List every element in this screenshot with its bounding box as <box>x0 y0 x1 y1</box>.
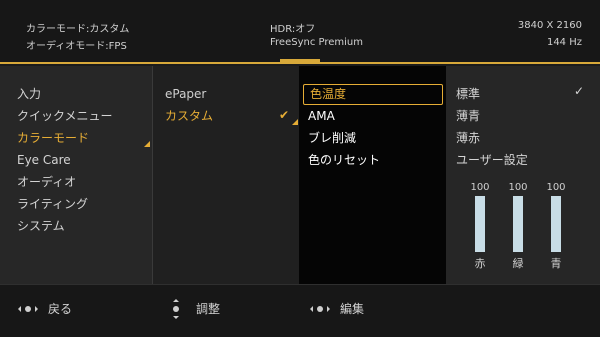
refresh-status: 144 Hz <box>546 37 582 48</box>
joystick-icon <box>310 303 330 315</box>
selection-highlight: 色温度 <box>303 84 443 105</box>
menu-item-system[interactable]: システム <box>17 216 65 236</box>
header-divider <box>0 59 600 64</box>
green-slider[interactable] <box>513 196 523 252</box>
green-value: 100 <box>508 182 528 193</box>
setting-item-blur-reduction[interactable]: ブレ削減 <box>308 128 356 148</box>
blue-label: 青 <box>550 257 562 270</box>
custom-settings-menu: 色温度 AMA ブレ削減 色のリセット <box>299 66 446 284</box>
selected-corner-icon <box>144 141 150 147</box>
status-header: カラーモード:カスタム オーディオモード:FPS HDR:オフ FreeSync… <box>0 0 600 62</box>
color-mode-status: カラーモード:カスタム <box>26 24 130 35</box>
joystick-icon <box>18 303 38 315</box>
menu-item-quick-menu[interactable]: クイックメニュー <box>17 106 113 126</box>
menu-item-eye-care[interactable]: Eye Care <box>17 150 71 170</box>
setting-item-color-reset[interactable]: 色のリセット <box>308 150 380 170</box>
main-menu: 入力 クイックメニュー カラーモード Eye Care オーディオ ライティング… <box>0 66 152 284</box>
menu-item-lighting[interactable]: ライティング <box>17 194 88 214</box>
submenu-item-custom[interactable]: カスタム <box>165 106 213 126</box>
blue-slider[interactable] <box>551 196 561 252</box>
hdr-status: HDR:オフ <box>270 24 316 35</box>
green-label: 緑 <box>512 257 524 270</box>
setting-item-color-temperature[interactable]: 色温度 <box>310 84 346 104</box>
joystick-icon <box>170 299 182 319</box>
adjust-label: 調整 <box>196 302 221 316</box>
option-bluish[interactable]: 薄青 <box>456 106 480 126</box>
blue-value: 100 <box>546 182 566 193</box>
color-mode-submenu: ePaper カスタム ✔ <box>152 66 299 284</box>
color-temperature-options: 標準 ✓ 薄青 薄赤 ユーザー設定 100 赤 100 緑 100 青 <box>446 66 600 284</box>
check-icon: ✓ <box>573 84 584 98</box>
option-user-define[interactable]: ユーザー設定 <box>456 150 528 170</box>
red-slider[interactable] <box>475 196 485 252</box>
setting-item-ama[interactable]: AMA <box>308 106 335 126</box>
freesync-status: FreeSync Premium <box>270 37 363 48</box>
submenu-item-epaper[interactable]: ePaper <box>165 84 206 104</box>
menu-item-color-mode[interactable]: カラーモード <box>17 128 89 148</box>
selected-corner-icon <box>292 119 298 125</box>
back-label: 戻る <box>48 302 73 316</box>
footer-guide: 戻る 調整 編集 <box>0 284 600 337</box>
red-label: 赤 <box>474 257 486 270</box>
edit-label: 編集 <box>340 302 365 316</box>
menu-item-input[interactable]: 入力 <box>17 84 41 104</box>
red-value: 100 <box>470 182 490 193</box>
option-reddish[interactable]: 薄赤 <box>456 128 480 148</box>
option-normal[interactable]: 標準 <box>456 84 480 104</box>
check-icon: ✔ <box>279 108 290 122</box>
resolution-status: 3840 X 2160 <box>517 20 582 31</box>
menu-item-audio[interactable]: オーディオ <box>17 172 76 192</box>
osd-menu: カラーモード:カスタム オーディオモード:FPS HDR:オフ FreeSync… <box>0 0 600 337</box>
audio-mode-status: オーディオモード:FPS <box>26 41 127 52</box>
